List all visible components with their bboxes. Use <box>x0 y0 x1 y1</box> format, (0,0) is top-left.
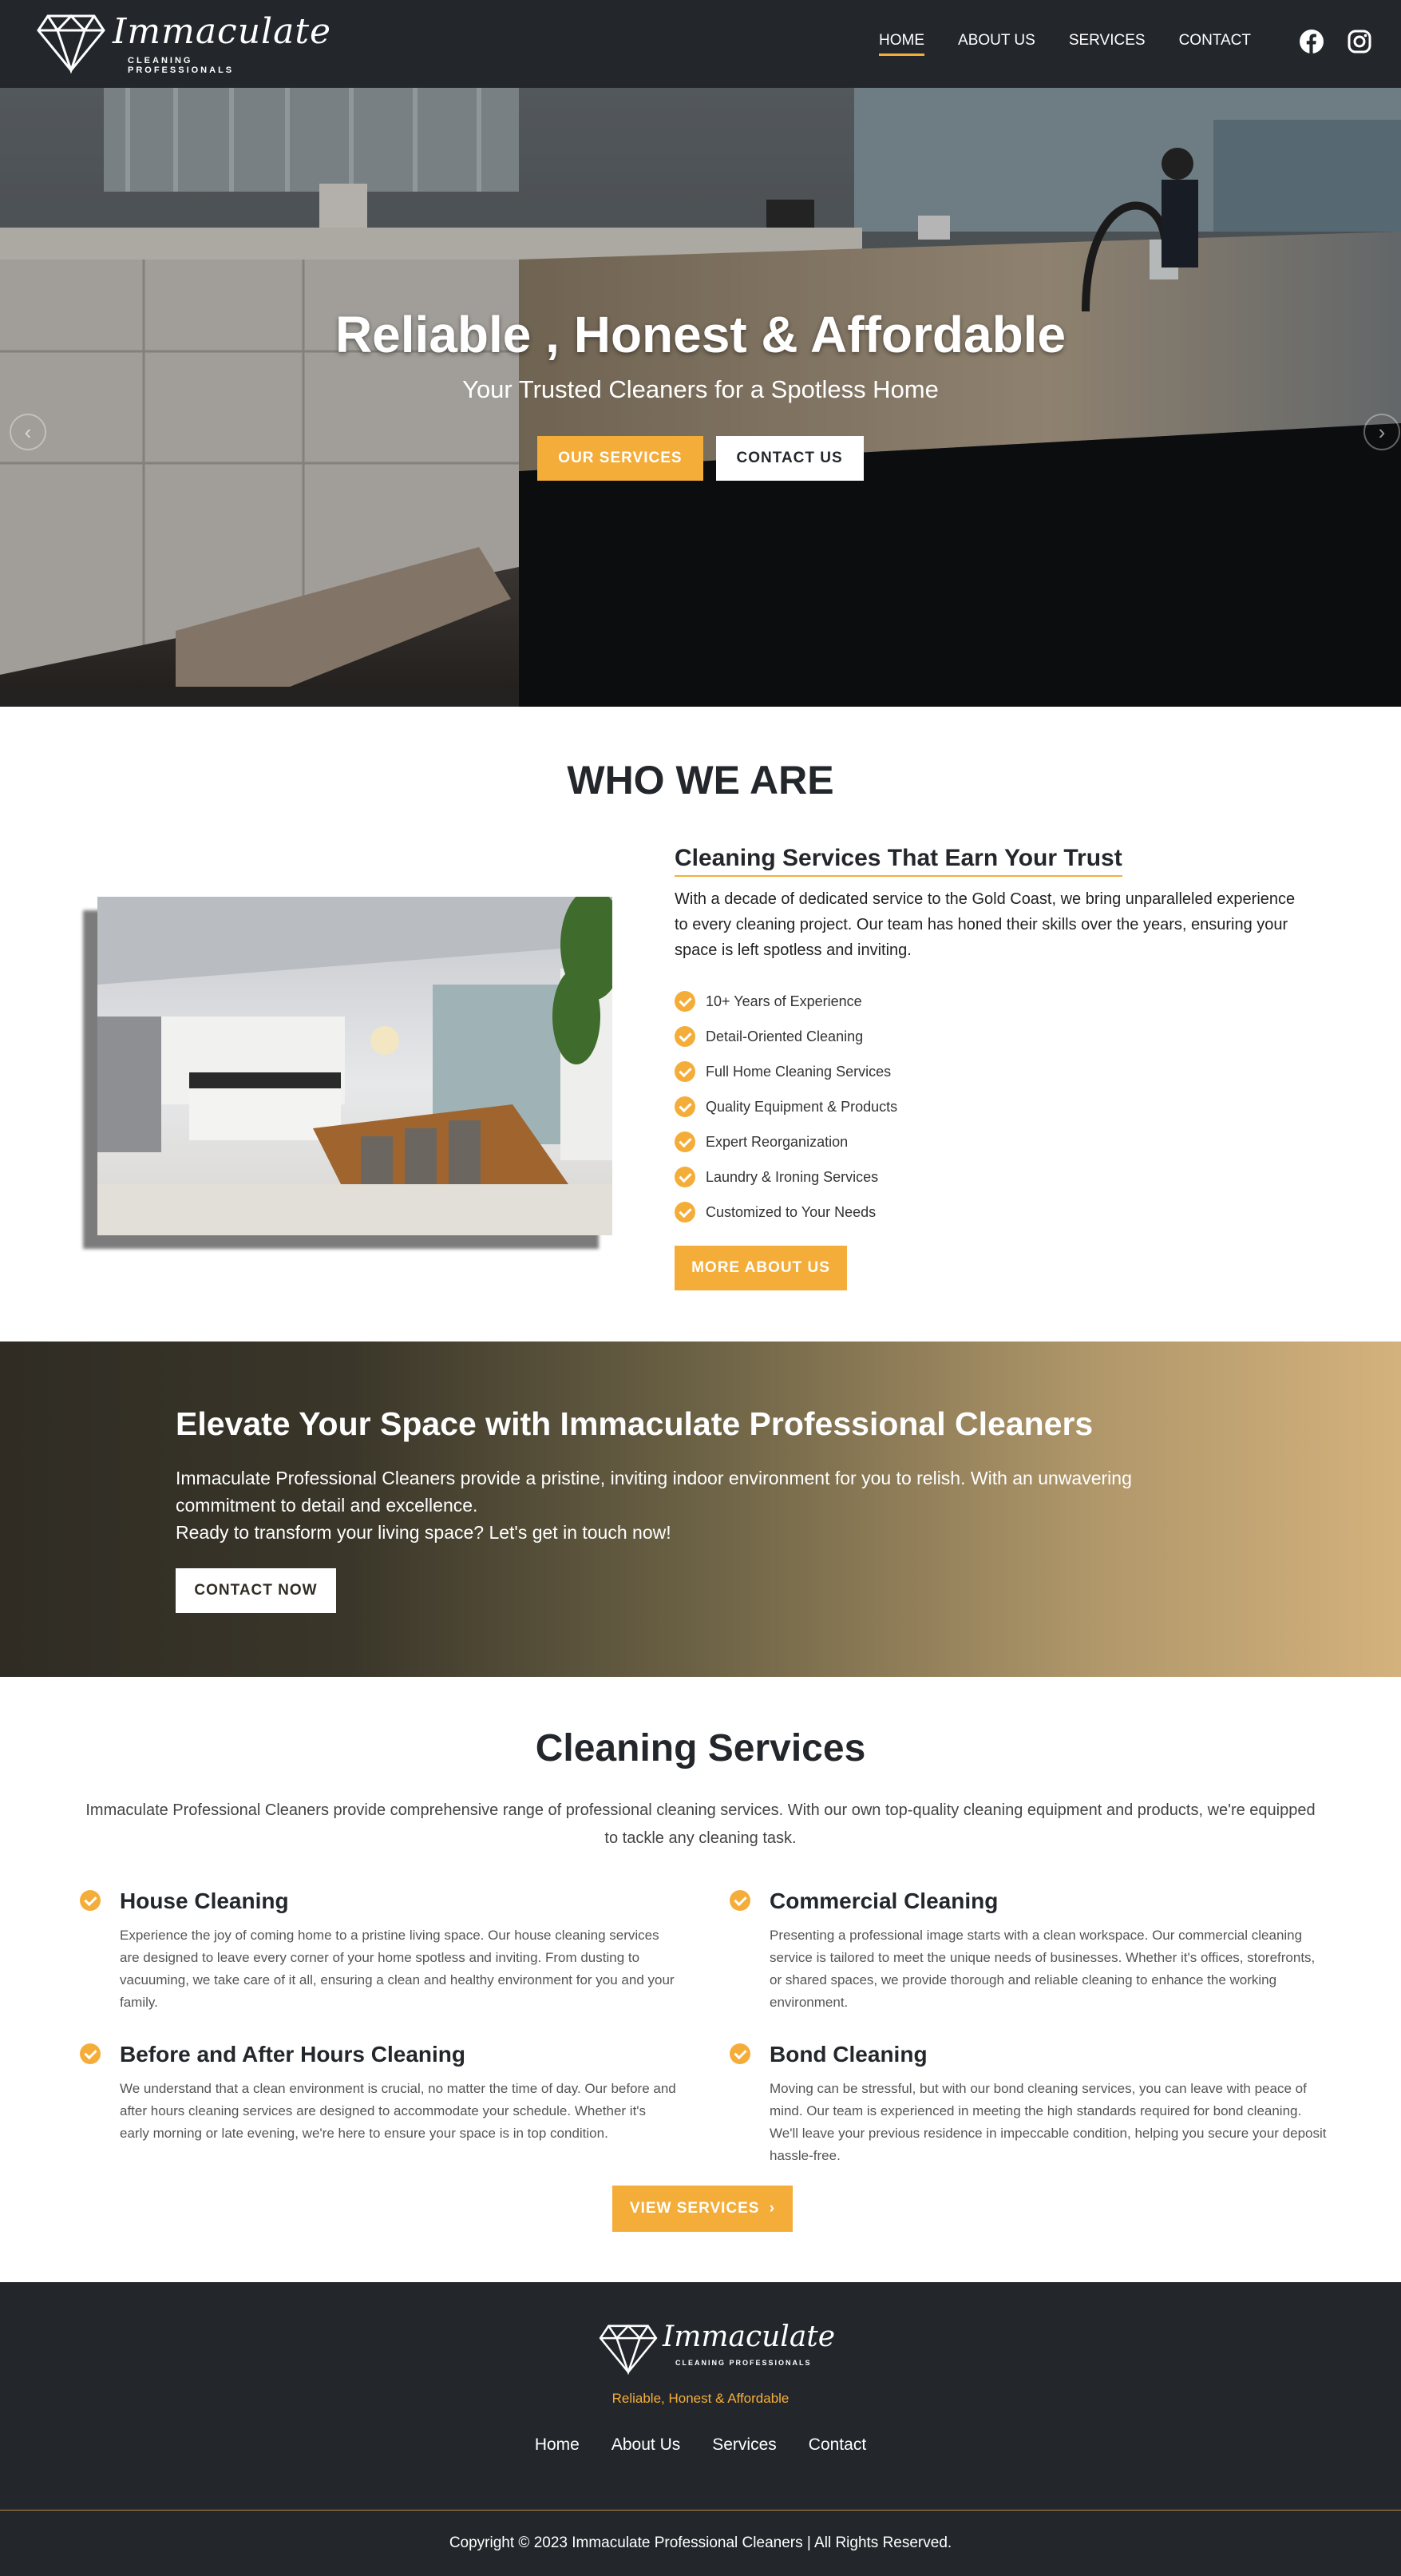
instagram-icon[interactable] <box>1347 29 1372 54</box>
footer-logo[interactable]: Immaculate CLEANING PROFESSIONALS <box>599 2320 835 2376</box>
main-nav: HOME ABOUT US SERVICES CONTACT <box>845 32 1251 56</box>
nav-about-us[interactable]: ABOUT US <box>958 32 1035 56</box>
diamond-logo-icon <box>37 14 105 73</box>
who-paragraph: With a decade of dedicated service to th… <box>675 890 1296 959</box>
brand-tagline: CLEANING PROFESSIONALS <box>128 56 235 75</box>
check-icon <box>675 991 695 1012</box>
slider-next-button[interactable]: › <box>1363 414 1400 450</box>
diamond-logo-icon <box>599 2324 658 2375</box>
service-text: We understand that a clean environment i… <box>120 2081 676 2141</box>
list-item: 10+ Years of Experience <box>675 984 897 1019</box>
our-services-button[interactable]: OUR SERVICES <box>537 436 703 481</box>
facebook-icon[interactable] <box>1299 29 1324 54</box>
service-text: Moving can be stressful, but with our bo… <box>770 2081 1327 2163</box>
check-icon <box>80 1890 101 1911</box>
view-services-label: VIEW SERVICES <box>629 2200 760 2217</box>
check-icon <box>675 1202 695 1223</box>
footer-link-contact[interactable]: Contact <box>809 2435 866 2455</box>
cta-line-2: Ready to transform your living space? Le… <box>176 1522 671 1543</box>
check-icon <box>675 1026 695 1047</box>
list-item: Full Home Cleaning Services <box>675 1054 897 1089</box>
check-icon <box>675 1061 695 1082</box>
site-header: Immaculate CLEANING PROFESSIONALS HOME A… <box>0 0 1401 88</box>
footer-link-services[interactable]: Services <box>712 2435 777 2455</box>
feature-label: 10+ Years of Experience <box>706 993 862 1009</box>
check-icon <box>80 2043 101 2064</box>
brand-name: Immaculate <box>113 11 332 52</box>
hero-slider: Reliable , Honest & Affordable Your Trus… <box>0 88 1401 707</box>
cta-text: Immaculate Professional Cleaners provide… <box>176 1464 1213 1546</box>
view-services-button[interactable]: VIEW SERVICES › <box>612 2186 793 2232</box>
more-about-us-button[interactable]: MORE ABOUT US <box>675 1246 847 1290</box>
services-title: Cleaning Services <box>535 1727 866 1770</box>
nav-home[interactable]: HOME <box>879 32 925 56</box>
who-heading: Cleaning Services That Earn Your Trust <box>675 845 1122 877</box>
site-footer: Immaculate CLEANING PROFESSIONALS Reliab… <box>0 2282 1401 2576</box>
service-text: Experience the joy of coming home to a p… <box>120 1928 675 2010</box>
list-item: Customized to Your Needs <box>675 1195 897 1230</box>
chevron-right-icon: › <box>769 2200 776 2217</box>
footer-link-home[interactable]: Home <box>535 2435 580 2455</box>
service-text: Presenting a professional image starts w… <box>770 1928 1316 2010</box>
feature-label: Detail-Oriented Cleaning <box>706 1028 864 1044</box>
footer-nav: Home About Us Services Contact <box>0 2435 1401 2455</box>
feature-label: Full Home Cleaning Services <box>706 1063 892 1080</box>
list-item: Expert Reorganization <box>675 1124 897 1159</box>
chevron-right-icon: › <box>1378 420 1386 444</box>
footer-brand-name: Immaculate <box>663 2320 836 2353</box>
list-item: Quality Equipment & Products <box>675 1089 897 1124</box>
slider-prev-button[interactable]: ‹ <box>10 414 46 450</box>
services-intro: Immaculate Professional Cleaners provide… <box>85 1801 1316 1847</box>
feature-label: Laundry & Ironing Services <box>706 1168 879 1185</box>
contact-now-button[interactable]: CONTACT NOW <box>176 1568 336 1613</box>
chevron-left-icon: ‹ <box>24 420 32 444</box>
hero-buttons: OUR SERVICES CONTACT US <box>0 436 1401 481</box>
footer-brand-tagline: CLEANING PROFESSIONALS <box>675 2359 812 2367</box>
footer-link-about-us[interactable]: About Us <box>611 2435 680 2455</box>
cta-band: Elevate Your Space with Immaculate Profe… <box>0 1342 1401 1677</box>
feature-list: 10+ Years of Experience Detail-Oriented … <box>675 984 897 1230</box>
dining-room-image <box>97 897 612 1235</box>
social-links <box>1299 29 1372 54</box>
nav-services[interactable]: SERVICES <box>1069 32 1146 56</box>
footer-divider <box>0 2510 1401 2511</box>
check-icon <box>730 2043 750 2064</box>
cta-title: Elevate Your Space with Immaculate Profe… <box>176 1405 1094 1442</box>
list-item: Detail-Oriented Cleaning <box>675 1019 897 1054</box>
check-icon <box>730 1890 750 1911</box>
feature-label: Quality Equipment & Products <box>706 1098 898 1115</box>
who-we-are-title: WHO WE ARE <box>567 758 834 803</box>
cta-line-1: Immaculate Professional Cleaners provide… <box>176 1468 1132 1516</box>
site-logo[interactable]: Immaculate CLEANING PROFESSIONALS <box>37 10 330 75</box>
hero-title: Reliable , Honest & Affordable <box>334 306 1067 363</box>
service-title: Before and After Hours Cleaning <box>120 2042 466 2067</box>
feature-label: Expert Reorganization <box>706 1133 849 1150</box>
service-title: Commercial Cleaning <box>770 1888 999 1913</box>
contact-us-button[interactable]: CONTACT US <box>715 436 864 481</box>
check-icon <box>675 1167 695 1187</box>
check-icon <box>675 1131 695 1152</box>
list-item: Laundry & Ironing Services <box>675 1159 897 1195</box>
check-icon <box>675 1096 695 1117</box>
copyright: Copyright © 2023 Immaculate Professional… <box>449 2534 952 2551</box>
feature-label: Customized to Your Needs <box>706 1203 877 1220</box>
hero-subtitle: Your Trusted Cleaners for a Spotless Hom… <box>462 375 939 403</box>
nav-contact[interactable]: CONTACT <box>1179 32 1251 56</box>
service-title: Bond Cleaning <box>770 2042 928 2067</box>
service-title: House Cleaning <box>120 1888 289 1913</box>
footer-tagline: Reliable, Honest & Affordable <box>611 2391 790 2406</box>
